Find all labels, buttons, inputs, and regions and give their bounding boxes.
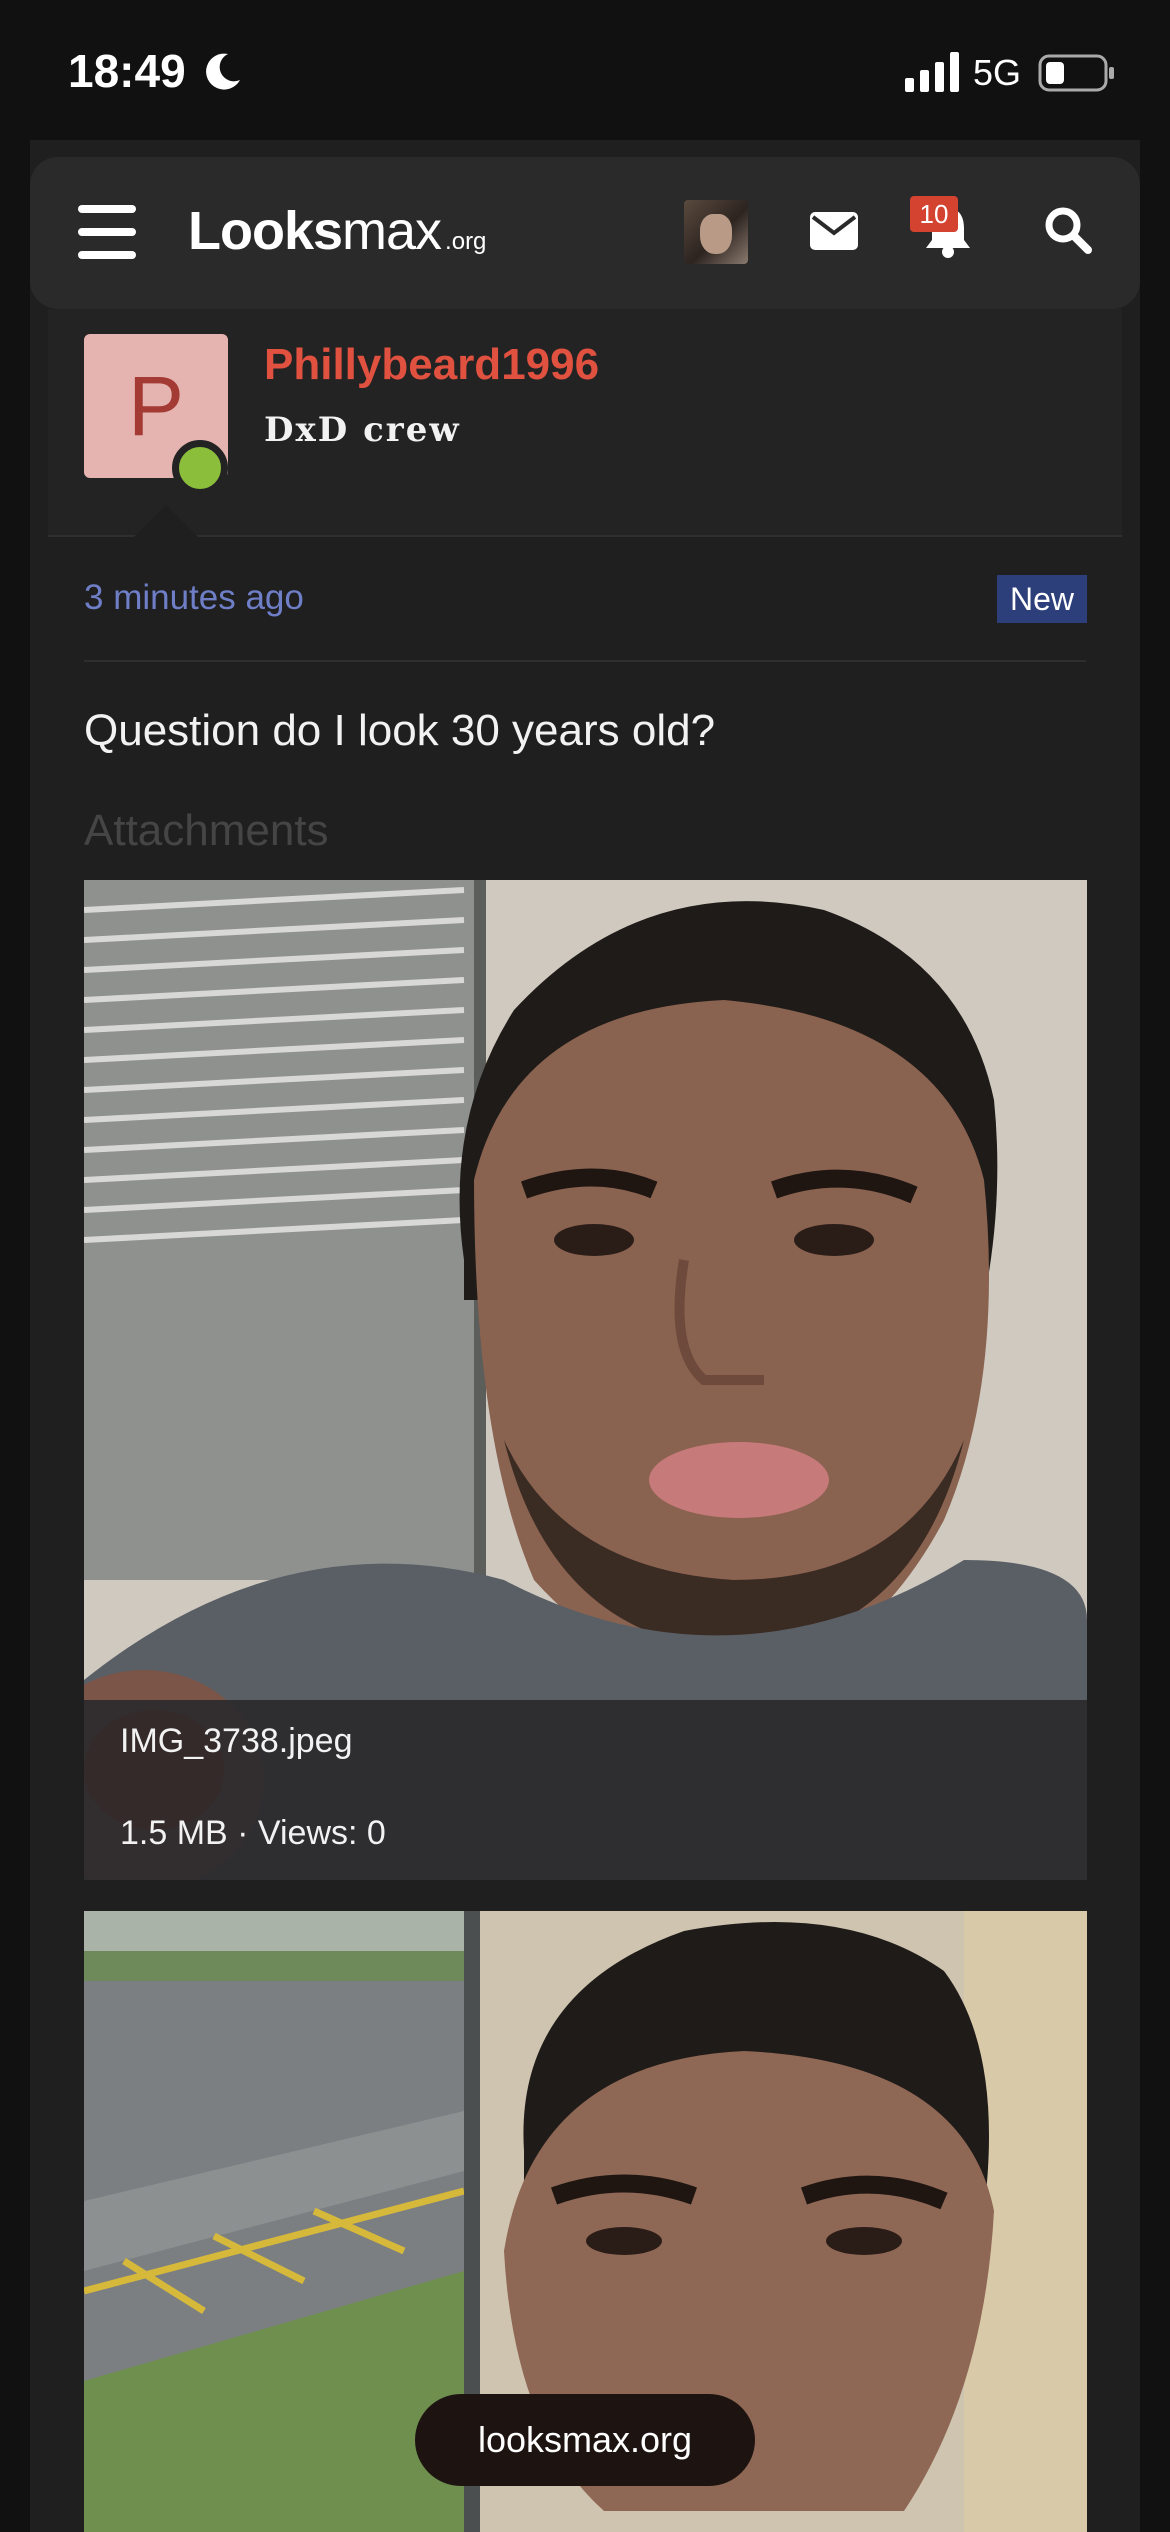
- attachment-meta: 1.5 MB · Views: 0: [120, 1814, 386, 1852]
- new-badge: New: [997, 575, 1087, 623]
- logo-suffix: .org: [445, 228, 487, 255]
- attachments-heading: Attachments: [84, 806, 329, 855]
- status-time: 18:49: [68, 45, 186, 97]
- hamburger-menu-icon[interactable]: [78, 205, 136, 259]
- author-title: DxD crew: [264, 410, 461, 450]
- battery-icon: [1038, 54, 1114, 92]
- signal-icon: [905, 52, 959, 92]
- network-label: 5G: [973, 52, 1022, 93]
- online-status-indicator: [172, 440, 228, 496]
- divider: [84, 660, 1086, 662]
- logo-text: Looks: [188, 201, 343, 261]
- site-url-pill[interactable]: looksmax.org: [415, 2394, 755, 2486]
- site-logo[interactable]: Looks max .org: [188, 200, 487, 261]
- search-icon[interactable]: [1044, 206, 1092, 254]
- account-avatar[interactable]: [684, 200, 748, 264]
- logo-text-max: max: [342, 201, 442, 261]
- post-body-text: Question do I look 30 years old?: [84, 706, 716, 755]
- post-timestamp[interactable]: 3 minutes ago: [84, 578, 304, 618]
- author-username[interactable]: Phillybeard1996: [264, 340, 599, 390]
- status-bar: 18:49 5G: [0, 0, 1170, 140]
- mail-icon[interactable]: [810, 212, 858, 250]
- message-arrow: [134, 505, 198, 537]
- moon-icon: [206, 53, 240, 90]
- attachment-filename: IMG_3738.jpeg: [120, 1722, 353, 1760]
- notification-count-badge: 10: [910, 196, 958, 232]
